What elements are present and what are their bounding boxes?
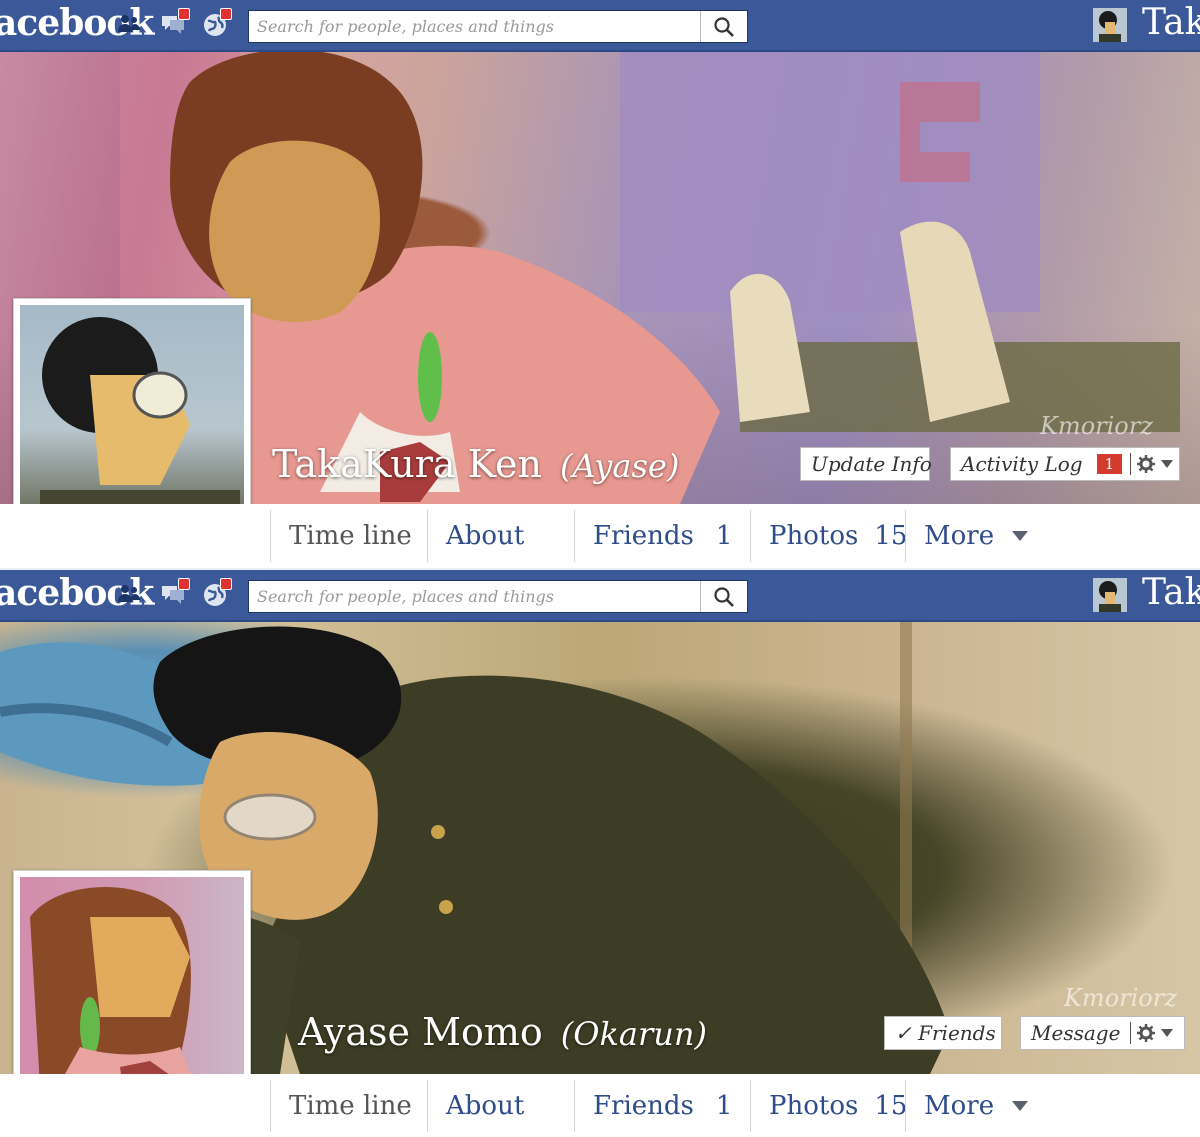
photos-count: 15: [874, 521, 908, 551]
activity-log-button[interactable]: Activity Log 1: [950, 447, 1180, 481]
chevron-down-icon[interactable]: [1161, 1029, 1174, 1037]
tab-timeline-label: Time line: [289, 1091, 412, 1121]
tab-about[interactable]: About: [427, 510, 574, 562]
friend-requests-icon[interactable]: [116, 582, 142, 606]
button-separator: [1130, 453, 1132, 475]
timeline-nav: Time line About Friends 1 Photos 15 More: [0, 504, 1200, 568]
friends-count: 1: [715, 521, 733, 551]
friend-requests-icon[interactable]: [116, 12, 142, 36]
friends-count: 1: [715, 1091, 733, 1121]
search-input[interactable]: [249, 11, 701, 42]
user-avatar[interactable]: [1093, 578, 1127, 612]
messages-icon[interactable]: [160, 8, 190, 36]
search-icon: [714, 16, 734, 37]
message-button[interactable]: Message: [1020, 1016, 1185, 1050]
top-bar: acebook Tak: [0, 0, 1200, 52]
messages-badge: [178, 8, 190, 20]
messages-icon[interactable]: [160, 578, 190, 606]
search-bar: [248, 10, 748, 43]
friends-status-label: ✓ Friends: [895, 1021, 996, 1045]
notifications-badge: [220, 8, 232, 20]
chevron-down-icon: [1012, 1101, 1029, 1111]
tab-about-label: About: [446, 1091, 525, 1121]
search-button[interactable]: [700, 581, 747, 612]
tab-more-label: More: [924, 521, 995, 551]
search-bar: [248, 580, 748, 613]
timeline-nav: Time line About Friends 1 Photos 15 More: [0, 1074, 1200, 1137]
profile-page-2: acebook Tak: [0, 570, 1200, 1137]
tab-friends[interactable]: Friends 1: [574, 510, 750, 562]
tab-photos[interactable]: Photos 15: [750, 510, 908, 562]
artist-signature: Kmoriorz: [1040, 412, 1153, 440]
tab-friends-label: Friends: [593, 521, 694, 551]
search-button[interactable]: [700, 11, 747, 42]
messages-badge: [178, 578, 190, 590]
activity-log-count: 1: [1096, 454, 1123, 474]
chevron-down-icon[interactable]: [1161, 460, 1174, 468]
tab-timeline[interactable]: Time line: [270, 510, 427, 562]
profile-full-name: TakaKura Ken: [272, 442, 542, 486]
photos-count: 15: [874, 1091, 908, 1121]
tab-more-label: More: [924, 1091, 995, 1121]
gear-icon[interactable]: [1137, 1024, 1156, 1042]
tab-photos[interactable]: Photos 15: [750, 1080, 908, 1132]
tab-more[interactable]: More: [905, 510, 1045, 562]
profile-picture-image: [20, 305, 244, 529]
gear-icon[interactable]: [1137, 455, 1156, 473]
user-name-link[interactable]: Tak: [1142, 572, 1200, 613]
tab-timeline-label: Time line: [289, 521, 412, 551]
profile-picture[interactable]: [13, 298, 251, 536]
search-icon: [714, 586, 734, 607]
message-label: Message: [1031, 1021, 1121, 1045]
tab-about-label: About: [446, 521, 525, 551]
profile-name: TakaKura Ken (Ayase): [272, 442, 679, 486]
notifications-badge: [220, 578, 232, 590]
user-name-link[interactable]: Tak: [1142, 2, 1200, 43]
profile-page-1: acebook Tak: [0, 0, 1200, 568]
tab-photos-label: Photos: [769, 521, 859, 551]
tab-about[interactable]: About: [427, 1080, 574, 1132]
profile-name: Ayase Momo (Okarun): [298, 1010, 707, 1054]
activity-log-label: Activity Log: [961, 452, 1083, 476]
tab-friends-label: Friends: [593, 1091, 694, 1121]
update-info-label: Update Info: [811, 452, 932, 476]
chevron-down-icon: [1012, 531, 1029, 541]
profile-picture[interactable]: [13, 870, 251, 1108]
notifications-globe-icon[interactable]: [202, 8, 232, 36]
tab-more[interactable]: More: [905, 1080, 1045, 1132]
search-input[interactable]: [249, 581, 701, 612]
artist-signature: Kmoriorz: [1064, 984, 1177, 1012]
tab-photos-label: Photos: [769, 1091, 859, 1121]
profile-full-name: Ayase Momo: [298, 1010, 543, 1054]
tab-friends[interactable]: Friends 1: [574, 1080, 750, 1132]
friends-status-button[interactable]: ✓ Friends: [884, 1016, 1002, 1050]
user-avatar[interactable]: [1093, 8, 1127, 42]
profile-alias: (Okarun): [560, 1015, 707, 1053]
profile-alias: (Ayase): [560, 447, 680, 485]
tab-timeline[interactable]: Time line: [270, 1080, 427, 1132]
update-info-button[interactable]: Update Info: [800, 447, 932, 481]
profile-picture-image: [20, 877, 244, 1101]
notifications-globe-icon[interactable]: [202, 578, 232, 606]
top-bar: acebook Tak: [0, 570, 1200, 622]
button-separator: [1130, 1022, 1132, 1044]
